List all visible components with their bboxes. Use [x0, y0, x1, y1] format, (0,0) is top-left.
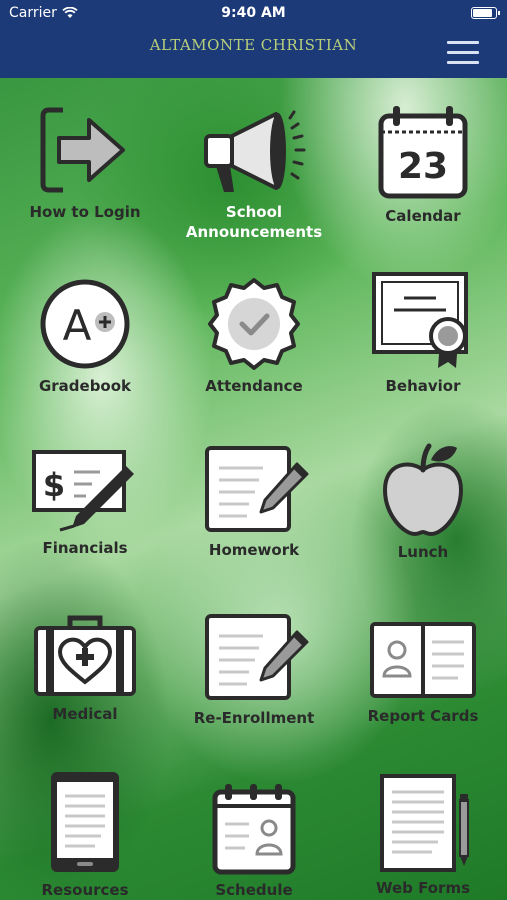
- app-title: ALTAMONTE CHRISTIAN: [149, 36, 358, 54]
- status-time: 9:40 AM: [221, 5, 286, 21]
- tile-report-cards[interactable]: Report Cards: [343, 618, 503, 726]
- login-arrow-icon: [40, 107, 125, 193]
- tile-re-enrollment[interactable]: Re-Enrollment: [174, 612, 334, 728]
- tile-resources[interactable]: Resources: [5, 768, 165, 900]
- tile-schedule[interactable]: Schedule: [174, 780, 334, 900]
- tile-label: Re-Enrollment: [193, 709, 315, 727]
- tile-label: Homework: [208, 541, 300, 559]
- checkmark-badge-icon: [208, 278, 300, 370]
- tile-label: Lunch: [397, 543, 449, 561]
- tile-gradebook[interactable]: A Gradebook: [5, 276, 165, 396]
- tile-label: Calendar: [385, 207, 461, 225]
- app-header: Carrier 9:40 AM ALTAMONTE CHRISTIAN: [0, 0, 507, 78]
- svg-text:$: $: [43, 466, 65, 504]
- tile-label: Medical: [52, 705, 118, 723]
- document-pen-icon: [380, 774, 469, 872]
- tile-web-forms[interactable]: Web Forms: [343, 770, 503, 898]
- calendar-day-number: 23: [398, 146, 448, 187]
- tile-medical[interactable]: Medical: [5, 610, 165, 724]
- apple-icon: [382, 443, 464, 537]
- tile-how-to-login[interactable]: How to Login: [5, 102, 165, 222]
- calendar-icon: 23: [378, 106, 468, 199]
- tile-label: Financials: [42, 539, 128, 557]
- tile-label: Web Forms: [375, 879, 471, 897]
- tile-label: Attendance: [205, 377, 303, 395]
- id-card-icon: [370, 622, 476, 698]
- tile-label: Schedule: [215, 881, 293, 899]
- tile-homework[interactable]: Homework: [174, 444, 334, 560]
- tile-attendance[interactable]: Attendance: [174, 276, 334, 396]
- tile-calendar[interactable]: 23 Calendar: [343, 102, 503, 226]
- notepad-pencil-icon: [205, 614, 309, 700]
- tile-label-line2: Announcements: [185, 223, 323, 241]
- check-dollar-icon: $: [32, 450, 134, 532]
- svg-text:A: A: [63, 301, 92, 350]
- tile-label: How to Login: [29, 203, 141, 221]
- notepad-pencil-icon: [205, 446, 309, 532]
- medical-kit-icon: [34, 615, 136, 696]
- tile-label: Report Cards: [367, 707, 479, 725]
- battery-icon: [471, 7, 500, 19]
- megaphone-icon: [204, 110, 306, 192]
- certificate-icon: [372, 272, 468, 368]
- grade-a-plus-icon: A: [40, 279, 130, 369]
- tile-behavior[interactable]: Behavior: [343, 270, 503, 396]
- feature-grid: How to Login School Announcements 23 Cal…: [0, 80, 507, 900]
- status-bar: Carrier 9:40 AM: [0, 5, 507, 23]
- tile-label: Behavior: [385, 377, 461, 395]
- schedule-calendar-icon: [212, 784, 296, 875]
- tile-label-line1: School: [225, 203, 283, 221]
- tile-label: Resources: [41, 881, 129, 899]
- hamburger-menu-icon[interactable]: [447, 41, 479, 65]
- tile-school-announcements[interactable]: School Announcements: [174, 102, 334, 242]
- tile-financials[interactable]: $ Financials: [5, 444, 165, 558]
- tile-lunch[interactable]: Lunch: [343, 438, 503, 562]
- tile-label: Gradebook: [38, 377, 132, 395]
- tablet-icon: [51, 772, 119, 872]
